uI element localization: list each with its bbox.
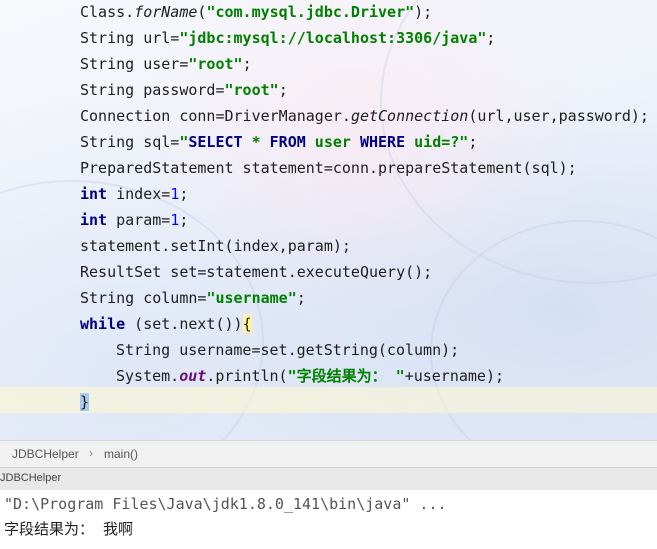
code-token: "root" xyxy=(188,55,243,73)
code-token: ResultSet set=statement.executeQuery(); xyxy=(80,263,433,281)
code-token: 1 xyxy=(170,185,180,203)
code-editor[interactable]: Class.forName("com.mysql.jdbc.Driver"); S… xyxy=(0,0,657,440)
breadcrumb-item-class[interactable]: JDBCHelper xyxy=(12,447,79,461)
code-line: ResultSet set=statement.executeQuery(); xyxy=(80,259,432,285)
breadcrumb-separator: › xyxy=(89,446,93,460)
code-token: (url,user,password); xyxy=(468,107,649,125)
code-token: "username" xyxy=(206,289,297,307)
code-line: String password="root"; xyxy=(80,77,288,103)
code-line: } xyxy=(80,389,90,415)
code-line: String url="jdbc:mysql://localhost:3306/… xyxy=(80,25,495,51)
code-token: String sql= xyxy=(80,133,180,151)
code-token: ; xyxy=(486,29,496,47)
code-token: ; xyxy=(468,133,478,151)
code-token: out xyxy=(179,367,207,385)
code-line: PreparedStatement statement=conn.prepare… xyxy=(80,155,577,181)
code-token: user xyxy=(305,133,360,151)
code-line: String sql="SELECT * FROM user WHERE uid… xyxy=(80,129,477,155)
code-token: SELECT xyxy=(188,133,243,151)
code-line: String username=set.getString(column); xyxy=(116,337,459,363)
console-command-line: "D:\Program Files\Java\jdk1.8.0_141\bin\… xyxy=(4,495,447,513)
code-token: System. xyxy=(116,367,180,385)
code-token: Class. xyxy=(80,3,135,21)
code-token: .println( xyxy=(206,367,288,385)
code-line: Class.forName("com.mysql.jdbc.Driver"); xyxy=(80,0,432,25)
code-token: getConnection xyxy=(350,107,469,125)
code-token: String user= xyxy=(80,55,189,73)
code-line: int param=1; xyxy=(80,207,188,233)
code-token: ; xyxy=(242,55,252,73)
code-token: String column= xyxy=(80,289,207,307)
code-token: +username); xyxy=(404,367,505,385)
run-tab-title[interactable]: JDBCHelper xyxy=(0,472,61,484)
code-token: 1 xyxy=(170,211,180,229)
code-line: while (set.next()){ xyxy=(80,311,252,337)
code-token: ; xyxy=(296,289,306,307)
code-token: while xyxy=(80,315,126,333)
current-line-highlight xyxy=(0,387,657,413)
code-line: System.out.println("字段结果为： "+username); xyxy=(116,363,504,389)
code-token: "字段结果为： " xyxy=(287,367,405,385)
code-token: } xyxy=(80,393,90,411)
code-token: PreparedStatement statement=conn.prepare… xyxy=(80,159,577,177)
console-output-line: 字段结果为： 我啊 xyxy=(4,520,134,538)
code-token: String username=set.getString(column); xyxy=(116,341,460,359)
code-line: statement.setInt(index,param); xyxy=(80,233,351,259)
code-token: ; xyxy=(278,81,288,99)
run-panel-header: JDBCHelper xyxy=(0,467,657,491)
code-line: String column="username"; xyxy=(80,285,306,311)
code-line: int index=1; xyxy=(80,181,188,207)
code-token: ; xyxy=(179,185,189,203)
code-token: index= xyxy=(107,185,171,203)
code-token: int xyxy=(80,211,108,229)
code-token: WHERE xyxy=(359,133,406,151)
code-token: Connection conn=DriverManager. xyxy=(80,107,351,125)
code-token: FROM xyxy=(269,133,306,151)
code-token: "jdbc:mysql://localhost:3306/java" xyxy=(179,29,487,47)
code-token: ; xyxy=(179,211,189,229)
code-token: forName xyxy=(134,3,198,21)
breadcrumb-item-method[interactable]: main() xyxy=(104,447,138,461)
code-token: uid=?" xyxy=(405,133,469,151)
code-token: * xyxy=(242,133,270,151)
code-token: String password= xyxy=(80,81,225,99)
code-token: "com.mysql.jdbc.Driver" xyxy=(206,3,415,21)
code-token: int xyxy=(80,185,108,203)
code-line: Connection conn=DriverManager.getConnect… xyxy=(80,103,649,129)
code-line: String user="root"; xyxy=(80,51,252,77)
breadcrumb: JDBCHelper › main() xyxy=(0,440,657,468)
code-token: ); xyxy=(414,3,433,21)
code-token: statement.setInt(index,param); xyxy=(80,237,351,255)
code-token: String url= xyxy=(80,29,180,47)
code-token: param= xyxy=(107,211,171,229)
code-token: "root" xyxy=(224,81,279,99)
code-token: (set.next()) xyxy=(125,315,243,333)
console-output[interactable]: "D:\Program Files\Java\jdk1.8.0_141\bin\… xyxy=(0,490,657,549)
code-token: { xyxy=(242,315,252,333)
